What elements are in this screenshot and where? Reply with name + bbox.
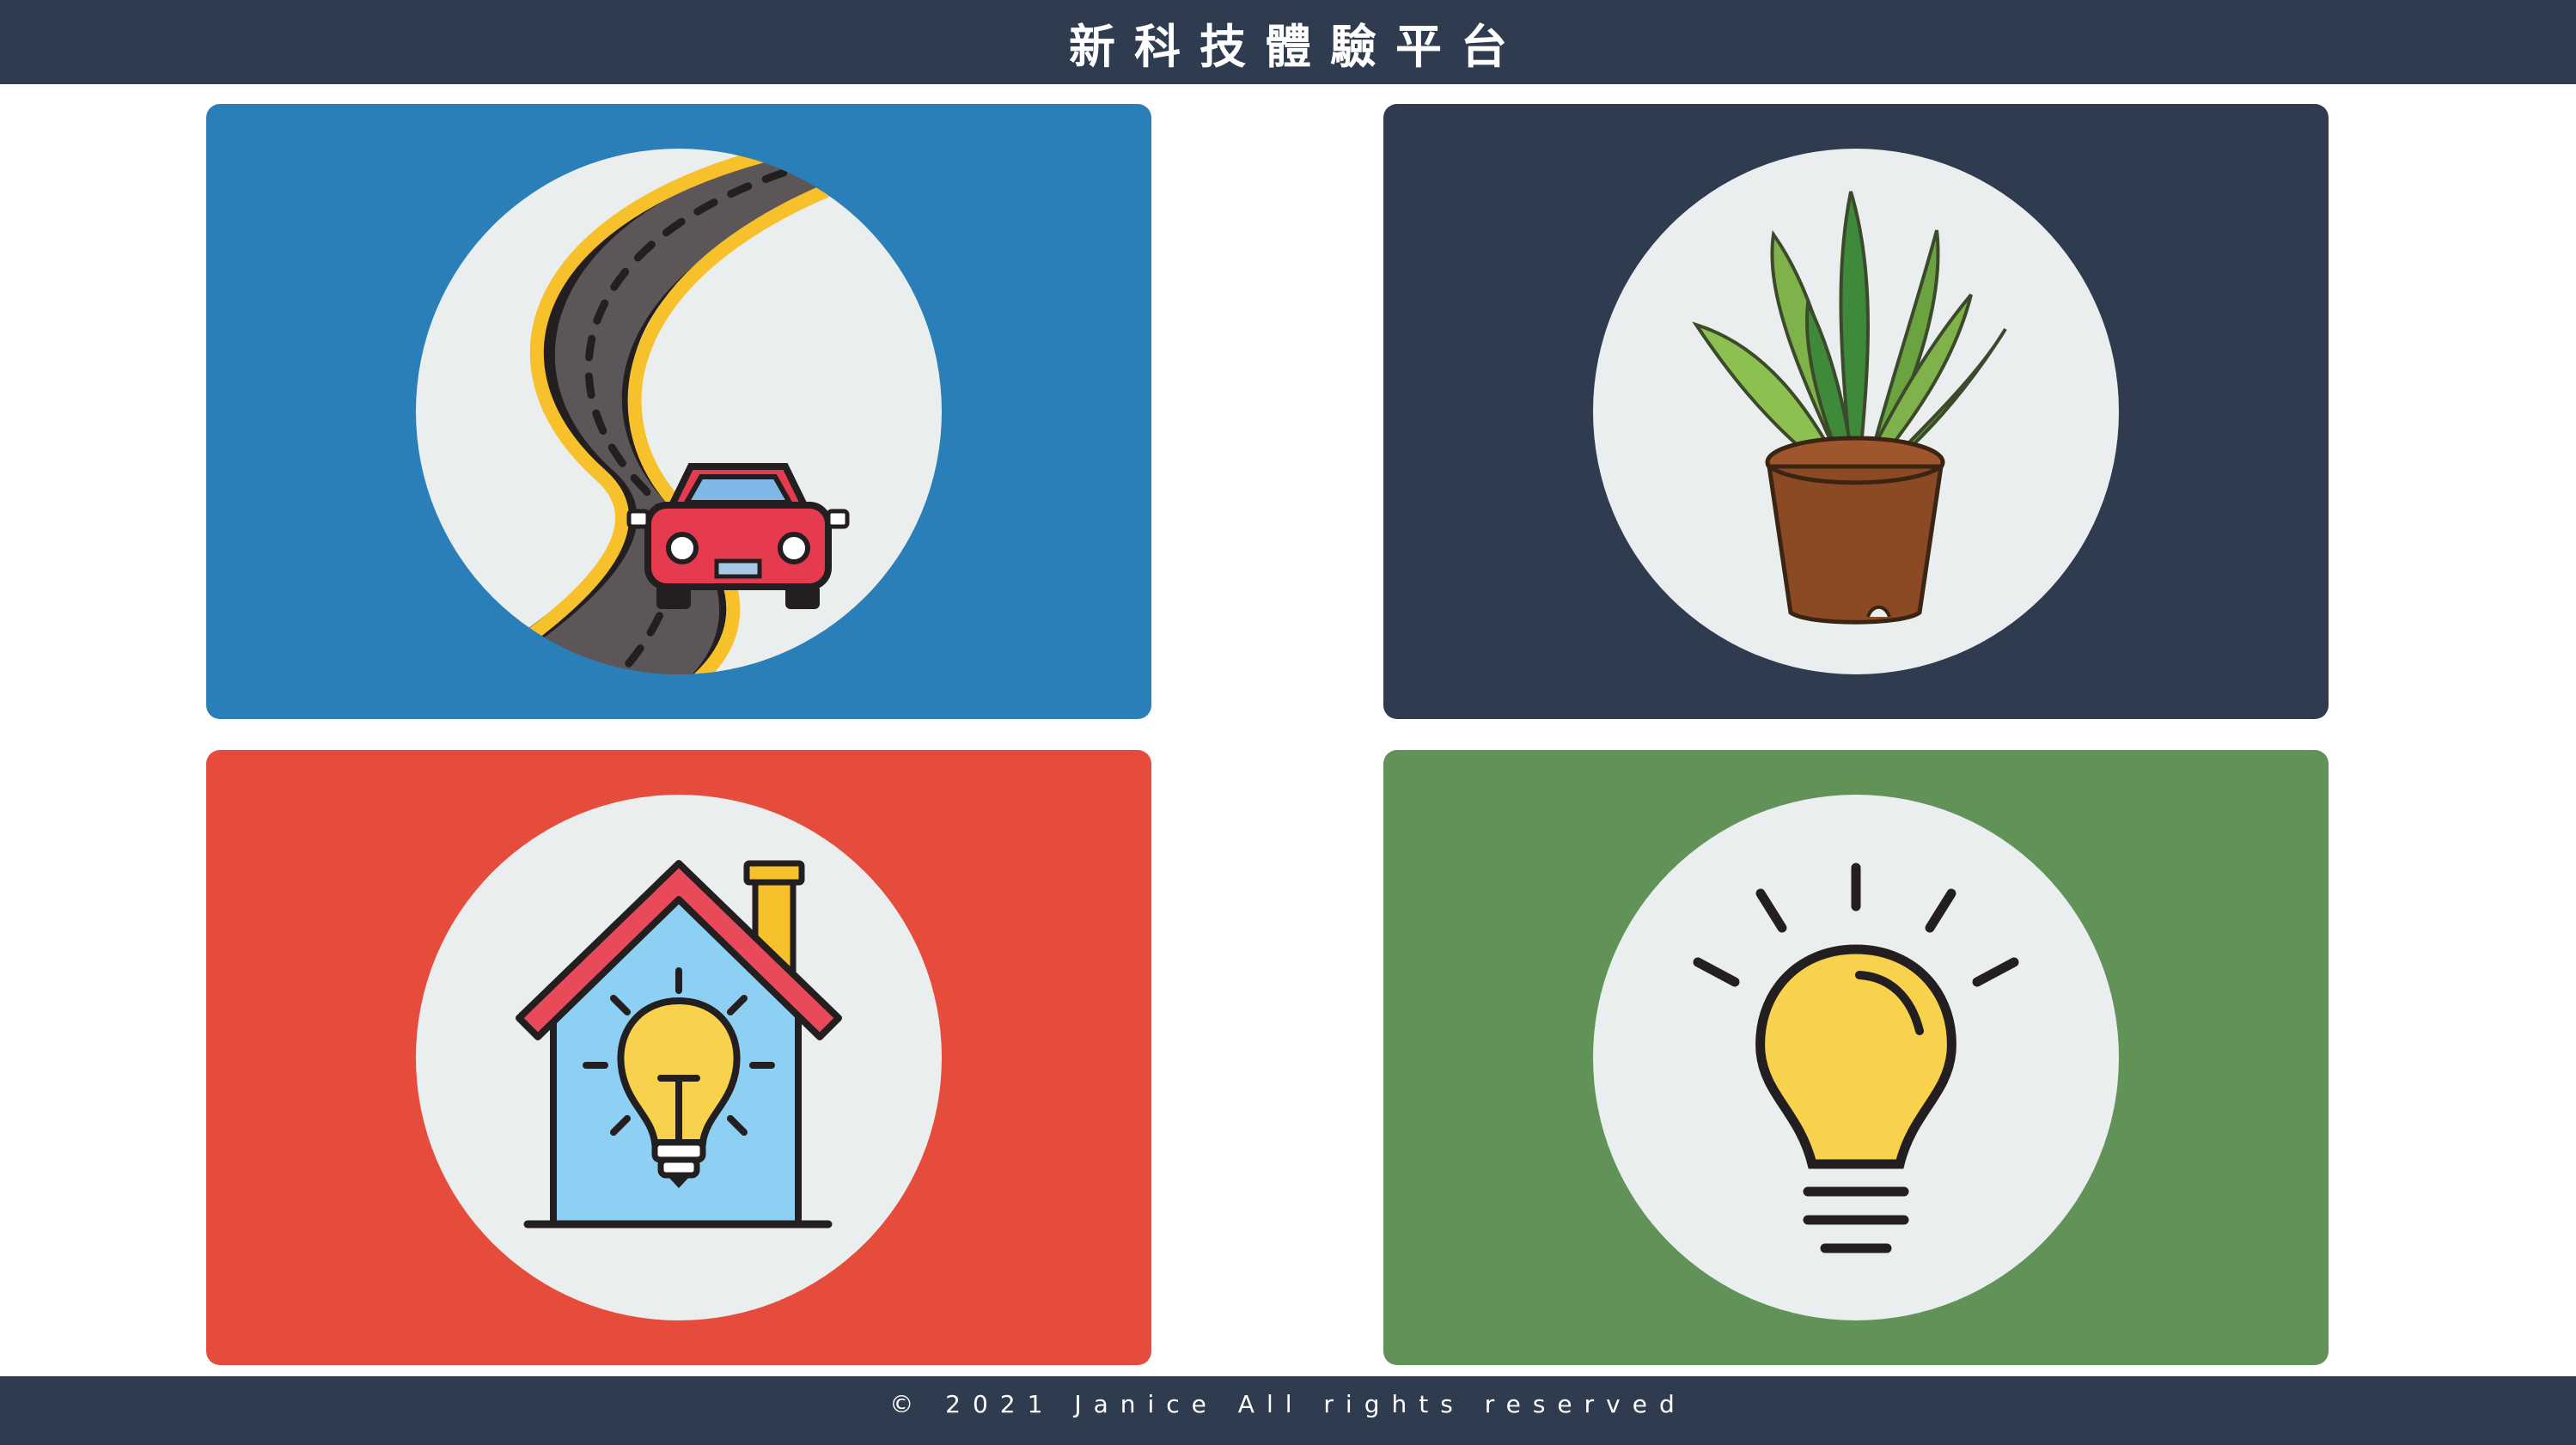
card-road-car-circle <box>416 149 942 674</box>
card-road-car[interactable] <box>206 104 1151 719</box>
card-light-bulb[interactable] <box>1383 750 2329 1365</box>
road-car-icon <box>459 149 897 674</box>
card-potted-plant[interactable] <box>1383 104 2329 719</box>
footer-bar: © 2021 Janice All rights reserved <box>0 1376 2576 1445</box>
copyright-text: © 2021 Janice All rights reserved <box>889 1390 1687 1418</box>
top-bar: 新科技體驗平台 <box>0 0 2576 84</box>
card-light-bulb-circle <box>1593 795 2119 1320</box>
card-potted-plant-circle <box>1593 149 2119 674</box>
page-title: 新科技體驗平台 <box>1069 19 1526 74</box>
card-smart-home[interactable] <box>206 750 1151 1365</box>
potted-plant-icon <box>1692 191 2007 625</box>
light-bulb-icon <box>1693 863 2019 1253</box>
smart-home-bulb-icon <box>516 860 842 1229</box>
card-smart-home-circle <box>416 795 942 1320</box>
